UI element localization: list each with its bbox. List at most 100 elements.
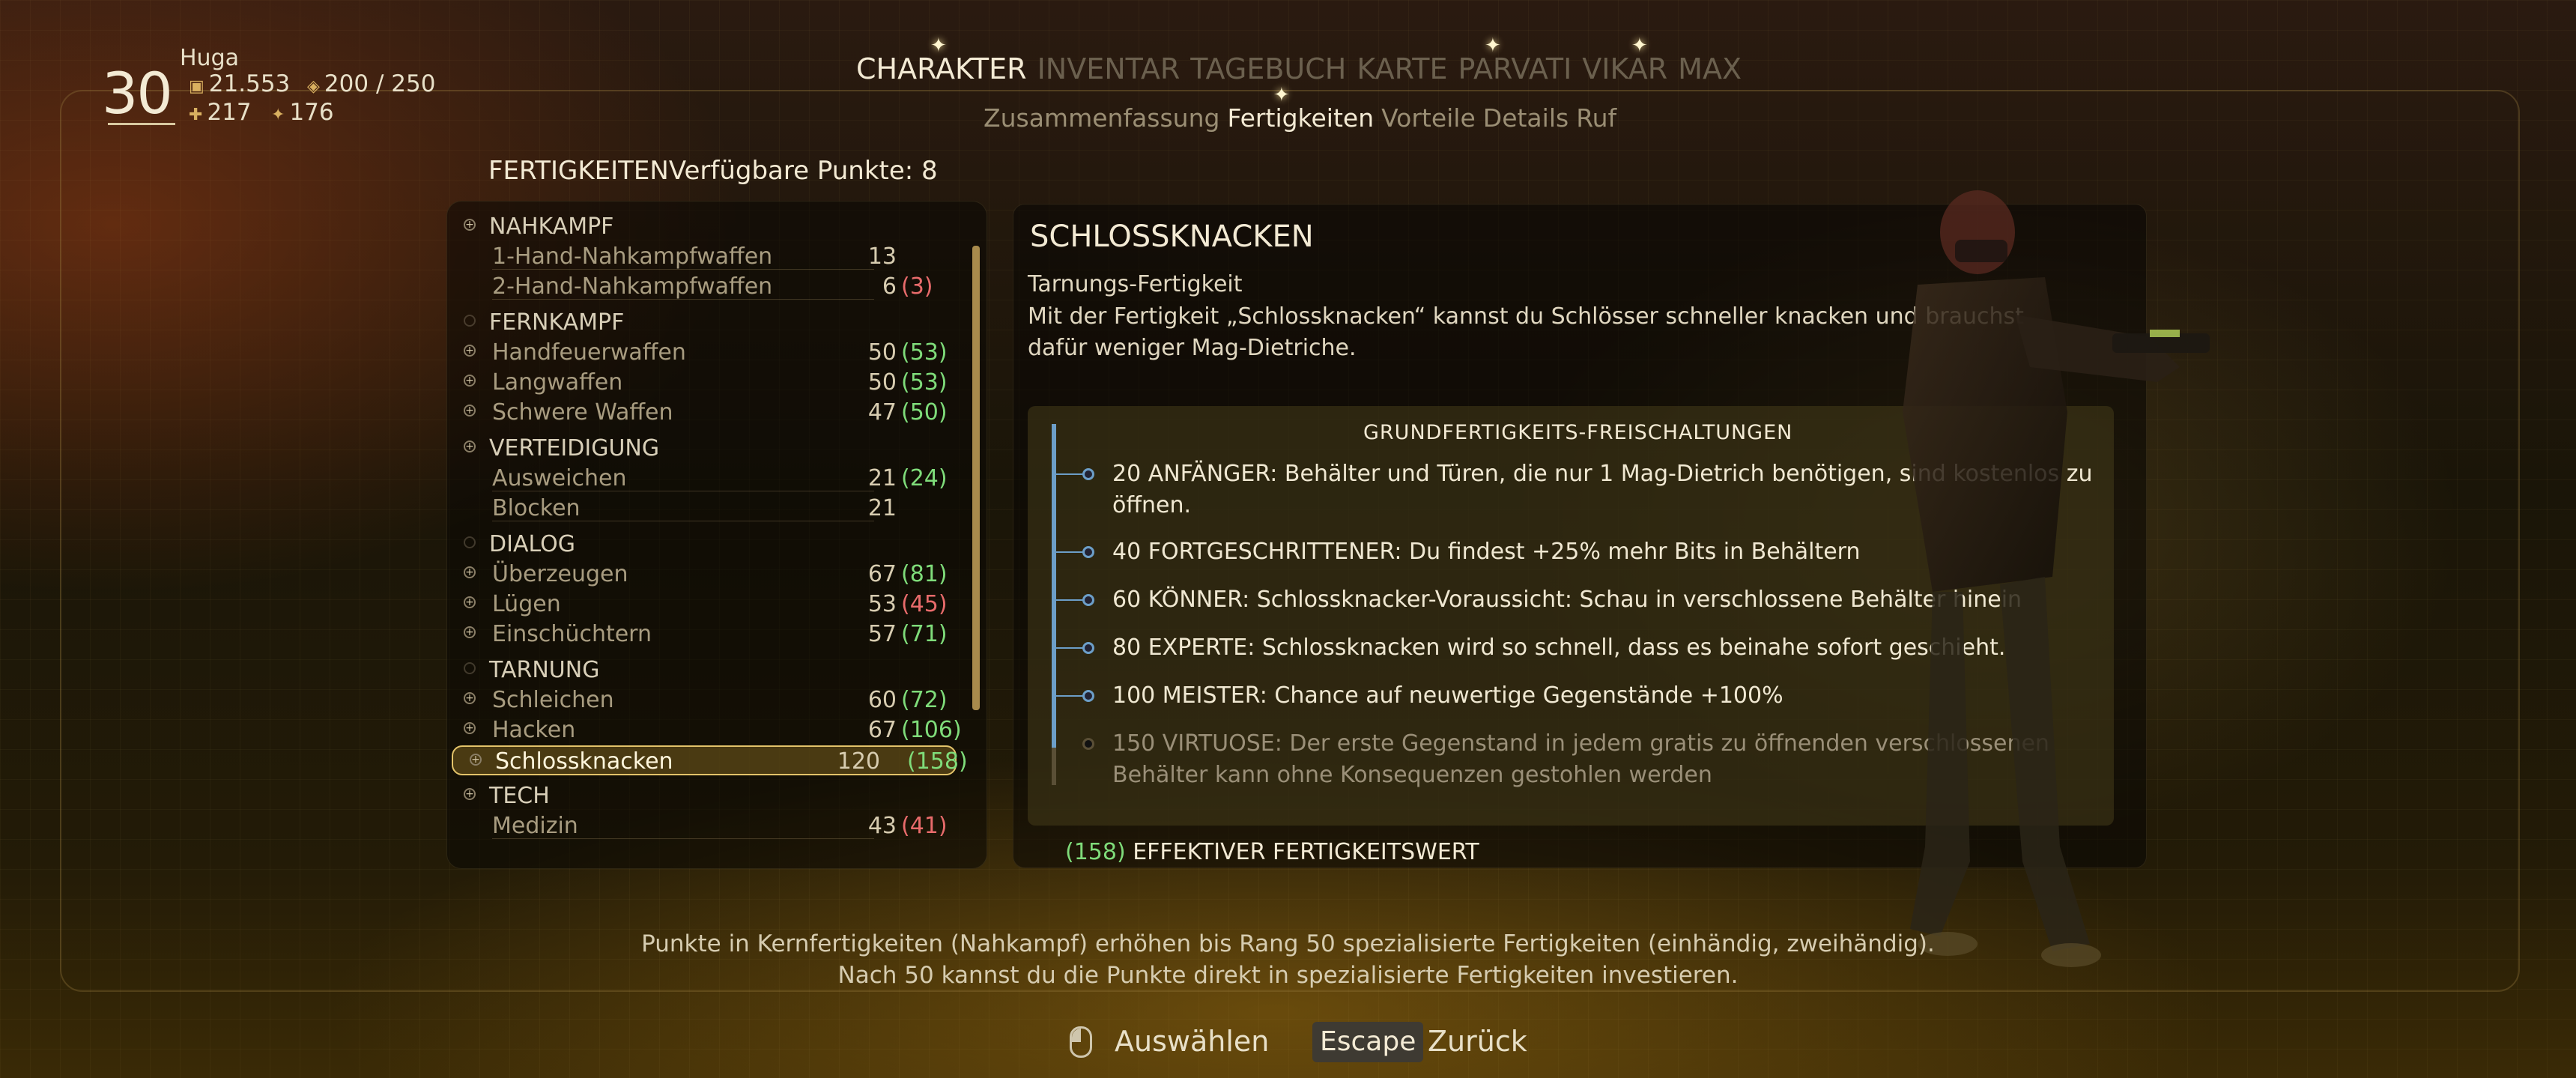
skill-row[interactable]: Ausweichen 21 (24) [447, 464, 972, 494]
tab-zusammenfassung[interactable]: Zusammenfassung [984, 103, 1219, 133]
skill-label: 1-Hand-Nahkampfwaffen [492, 243, 773, 270]
skill-row[interactable]: + Lügen 53 (45) [447, 590, 972, 620]
skill-label: VERTEIDIGUNG [489, 435, 660, 461]
stat-b-icon: ✦ [271, 106, 285, 124]
skill-value: 60 [867, 687, 897, 713]
add-point-icon[interactable]: + [464, 788, 476, 800]
carry-weight-stat: ◈ 200 / 250 [307, 70, 436, 97]
skill-row[interactable]: 1-Hand-Nahkampfwaffen 13 [447, 242, 972, 272]
unlock-dot-icon [1082, 594, 1094, 606]
unlock-timeline [1052, 424, 1056, 748]
skill-effective-value: (71) [901, 621, 948, 647]
skill-row[interactable]: + Schleichen 60 (72) [447, 685, 972, 715]
skill-hint-line-1: Punkte in Kernfertigkeiten (Nahkampf) er… [641, 930, 1935, 957]
player-level: 30 [102, 60, 173, 127]
skill-value: 43 [867, 813, 897, 839]
skill-row[interactable]: + Schlossknacken 120 (158) [452, 745, 968, 775]
skill-label: Schwere Waffen [492, 399, 673, 426]
skill-row[interactable]: 2-Hand-Nahkampfwaffen 6 (3) [447, 272, 972, 302]
skill-category[interactable]: + NAHKAMPF [447, 212, 972, 242]
skill-value: 50 [867, 339, 897, 366]
back-button[interactable]: Zurück [1428, 1025, 1527, 1058]
tab-fertigkeiten[interactable]: Fertigkeiten [1227, 103, 1374, 133]
unlock-connector [1056, 551, 1083, 553]
skill-value: 120 [837, 748, 880, 775]
skill-category[interactable]: FERNKAMPF [447, 308, 972, 338]
skill-value: 13 [867, 243, 897, 270]
tab-tagebuch[interactable]: TAGEBUCH [1190, 52, 1346, 85]
tab-details[interactable]: Details [1483, 103, 1569, 133]
add-point-icon[interactable]: + [464, 345, 476, 357]
skill-row[interactable]: + Handfeuerwaffen 50 (53) [447, 338, 972, 368]
skill-effective-value: (41) [901, 813, 948, 839]
available-points: Verfügbare Punkte: 8 [668, 156, 938, 186]
skill-label: Blocken [492, 495, 581, 521]
tab-parvati[interactable]: PARVATI [1458, 52, 1572, 85]
skill-label: NAHKAMPF [489, 214, 614, 240]
unlock-dot-icon [1082, 546, 1094, 558]
tab-max[interactable]: MAX [1678, 52, 1742, 85]
skill-row[interactable]: Medizin 43 (41) [447, 811, 972, 841]
empty-dot-icon[interactable] [464, 315, 476, 327]
add-point-icon[interactable]: + [470, 754, 482, 766]
skill-label: Langwaffen [492, 369, 623, 396]
skill-hint-line-2: Nach 50 kannst du die Punkte direkt in s… [837, 962, 1739, 989]
unlock-dot-icon [1082, 690, 1094, 702]
skill-category-label: Tarnungs-Fertigkeit [1028, 271, 1243, 297]
skill-effective-value: (3) [901, 273, 933, 300]
skill-row[interactable]: + Schwere Waffen 47 (50) [447, 398, 972, 428]
skill-value: 67 [867, 717, 897, 743]
add-point-icon[interactable]: + [464, 722, 476, 734]
notification-spark-icon: ✦ [930, 34, 947, 57]
skill-label: Medizin [492, 813, 578, 839]
skill-label: DIALOG [489, 531, 575, 557]
skill-row[interactable]: + Hacken 67 (106) [447, 715, 972, 745]
skill-effective-value: (24) [901, 465, 948, 491]
skill-value: 21 [867, 465, 897, 491]
skill-label: FERNKAMPF [489, 309, 625, 336]
skill-label: Lügen [492, 591, 561, 617]
add-point-icon[interactable]: + [464, 596, 476, 608]
unlock-connector [1056, 599, 1083, 601]
add-point-icon[interactable]: + [464, 692, 476, 704]
skill-value: 50 [867, 369, 897, 396]
level-underline [108, 123, 175, 125]
skill-category[interactable]: DIALOG [447, 530, 972, 560]
tab-ruf[interactable]: Ruf [1576, 103, 1616, 133]
mouse-left-click-icon [1070, 1026, 1092, 1058]
tab-vorteile[interactable]: Vorteile [1381, 103, 1476, 133]
skill-category[interactable]: TARNUNG [447, 655, 972, 685]
empty-dot-icon[interactable] [464, 662, 476, 674]
skill-category[interactable]: + TECH [447, 781, 972, 811]
add-point-icon[interactable]: + [464, 375, 476, 387]
skill-value: 67 [867, 561, 897, 587]
tab-karte[interactable]: KARTE [1357, 52, 1447, 85]
add-point-icon[interactable]: + [464, 405, 476, 417]
skill-row[interactable]: + Langwaffen 50 (53) [447, 368, 972, 398]
notification-spark-icon: ✦ [1631, 34, 1648, 57]
skill-row[interactable]: + Einschüchtern 57 (71) [447, 620, 972, 649]
skill-effective-value: (81) [901, 561, 948, 587]
skill-value: 6 [882, 273, 897, 300]
skill-row[interactable]: + Überzeugen 67 (81) [447, 560, 972, 590]
skill-category[interactable]: + VERTEIDIGUNG [447, 434, 972, 464]
add-point-icon[interactable]: + [464, 219, 476, 231]
tab-vikar[interactable]: VIKAR [1582, 52, 1667, 85]
add-point-icon[interactable]: + [464, 440, 476, 452]
add-point-icon[interactable]: + [464, 566, 476, 578]
tab-charakter[interactable]: CHARAKTER [856, 52, 1027, 85]
unlock-connector [1056, 695, 1083, 697]
skills-scrollbar-thumb[interactable] [972, 246, 980, 710]
empty-dot-icon[interactable] [464, 536, 476, 548]
skill-value: 21 [867, 495, 897, 521]
add-point-icon[interactable]: + [464, 626, 476, 638]
skill-label: Hacken [492, 717, 576, 743]
select-button[interactable]: Auswählen [1115, 1025, 1269, 1058]
skills-list[interactable]: + NAHKAMPF 1-Hand-Nahkampfwaffen 13 2-Hand-N… [446, 201, 987, 869]
skill-effective-value: (53) [901, 339, 948, 366]
skill-row[interactable]: Blocken 21 [447, 494, 972, 524]
stat-b: ✦ 176 [271, 99, 334, 126]
tab-inventar[interactable]: INVENTAR [1037, 52, 1181, 85]
unlock-dot-icon [1082, 642, 1094, 654]
skill-value: 53 [867, 591, 897, 617]
